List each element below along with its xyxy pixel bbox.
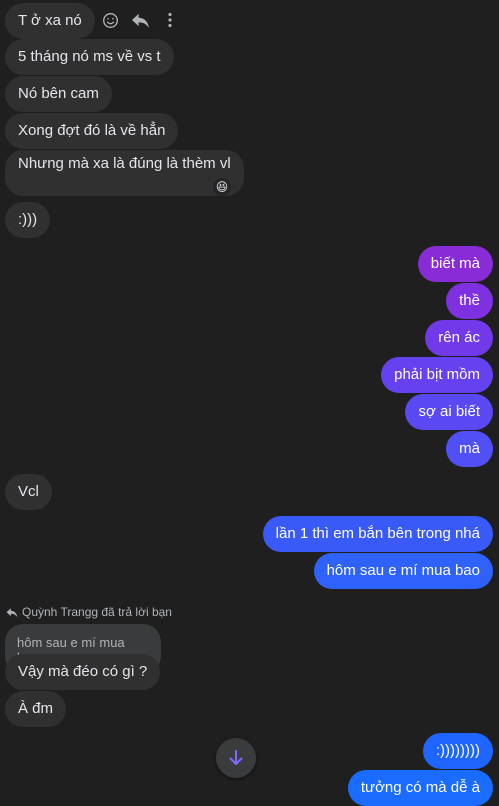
message-incoming[interactable]: 5 tháng nó ms về vs t xyxy=(5,39,174,75)
message-text: Nó bên cam xyxy=(18,85,99,102)
message-text: biết mà xyxy=(430,255,480,272)
message-text: sợ ai biết xyxy=(418,403,480,420)
message-text: hôm sau e mí mua bao xyxy=(326,562,480,579)
message-text: mà xyxy=(459,440,480,457)
reply-header: Quỳnh Trangg đã trả lời bạn xyxy=(6,605,172,619)
message-outgoing[interactable]: mà xyxy=(446,431,493,467)
message-incoming[interactable]: :))) xyxy=(5,202,51,238)
message-text: :)))))))) xyxy=(435,742,480,759)
message-text: thề xyxy=(459,292,480,309)
message-text: Vậy mà đéo có gì ? xyxy=(18,663,148,680)
message-text: lần 1 thì em bắn bên trong nhá xyxy=(275,525,480,542)
message-text: tưởng có mà dễ à xyxy=(360,779,480,796)
message-outgoing[interactable]: biết mà xyxy=(417,246,493,282)
message-incoming[interactable]: Xong đợt đó là về hẳn xyxy=(5,113,179,149)
message-incoming[interactable]: Vậy mà đéo có gì ? xyxy=(5,654,161,690)
message-outgoing[interactable]: rên ác xyxy=(425,320,493,356)
message-text: :))) xyxy=(18,211,38,228)
message-incoming[interactable]: À đm xyxy=(5,691,67,727)
smile-icon[interactable] xyxy=(100,10,120,30)
arrow-down-icon xyxy=(229,750,243,765)
scroll-to-bottom-button[interactable] xyxy=(216,738,256,778)
message-outgoing[interactable]: hôm sau e mí mua bao xyxy=(313,553,493,589)
message-text: rên ác xyxy=(438,329,480,346)
message-text: T ở xa nó xyxy=(18,12,82,29)
message-text: Xong đợt đó là về hẳn xyxy=(18,122,166,139)
message-incoming[interactable]: Vcl xyxy=(5,474,52,510)
message-incoming[interactable]: Nhưng mà xa là đúng là thèm vl xyxy=(5,150,244,196)
reaction-emoji[interactable]: 😆 xyxy=(213,178,231,196)
message-text: 5 tháng nó ms về vs t xyxy=(18,48,161,65)
message-text: Vcl xyxy=(18,483,39,500)
message-outgoing[interactable]: sợ ai biết xyxy=(405,394,493,430)
message-text: phải bịt mồm xyxy=(394,366,480,383)
reply-header-text: Quỳnh Trangg đã trả lời bạn xyxy=(22,605,172,619)
message-text: Nhưng mà xa là đúng là thèm vl xyxy=(18,155,231,172)
reply-small-icon xyxy=(6,607,18,617)
message-outgoing[interactable]: :)))))))) xyxy=(422,733,493,769)
message-outgoing[interactable]: thề xyxy=(446,283,493,319)
message-outgoing[interactable]: lần 1 thì em bắn bên trong nhá xyxy=(262,516,493,552)
message-actions xyxy=(100,9,180,31)
reply-icon[interactable] xyxy=(130,10,150,30)
message-text: À đm xyxy=(18,700,54,717)
message-incoming[interactable]: Nó bên cam xyxy=(5,76,112,112)
message-outgoing[interactable]: phải bịt mồm xyxy=(381,357,493,393)
more-vertical-icon[interactable] xyxy=(160,10,180,30)
message-incoming[interactable]: T ở xa nó xyxy=(5,3,95,39)
